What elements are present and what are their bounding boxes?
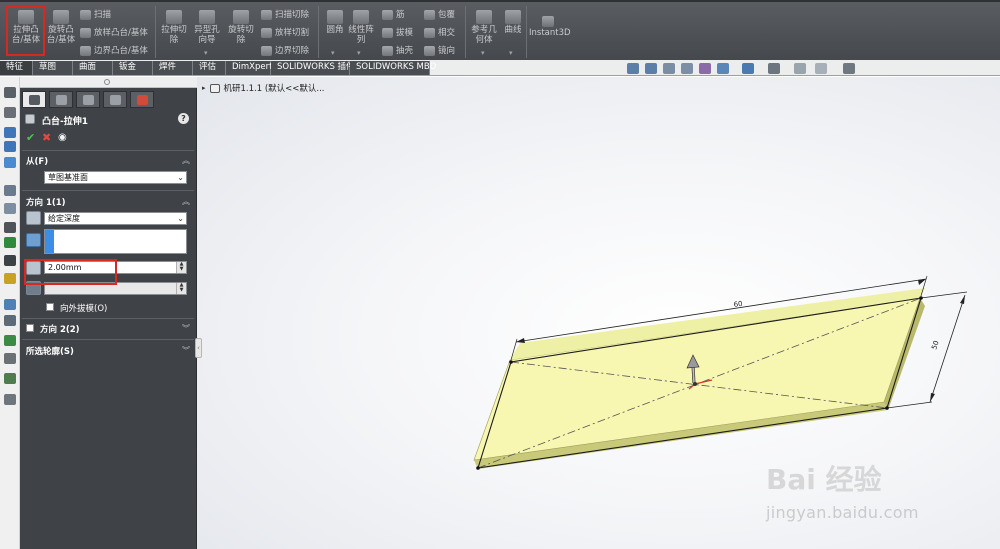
- dimension-arrow: [930, 393, 935, 402]
- sketch-vertex[interactable]: [885, 406, 889, 410]
- sketch-vertex[interactable]: [919, 296, 923, 300]
- dimension-extension-line: [886, 401, 933, 409]
- length-dimension-label[interactable]: 60: [733, 300, 743, 309]
- width-dimension-label[interactable]: 50: [930, 340, 940, 351]
- watermark-brand: Bai 经验: [766, 463, 882, 496]
- sketch-vertex[interactable]: [509, 360, 513, 364]
- sketch-vertex[interactable]: [476, 466, 480, 470]
- dimension-arrow: [960, 295, 965, 304]
- dimension-extension-line: [920, 291, 968, 299]
- dimension-arrow: [516, 338, 525, 343]
- watermark-url: jingyan.baidu.com: [766, 503, 919, 522]
- baidu-watermark: Bai 经验 jingyan.baidu.com: [766, 458, 1000, 528]
